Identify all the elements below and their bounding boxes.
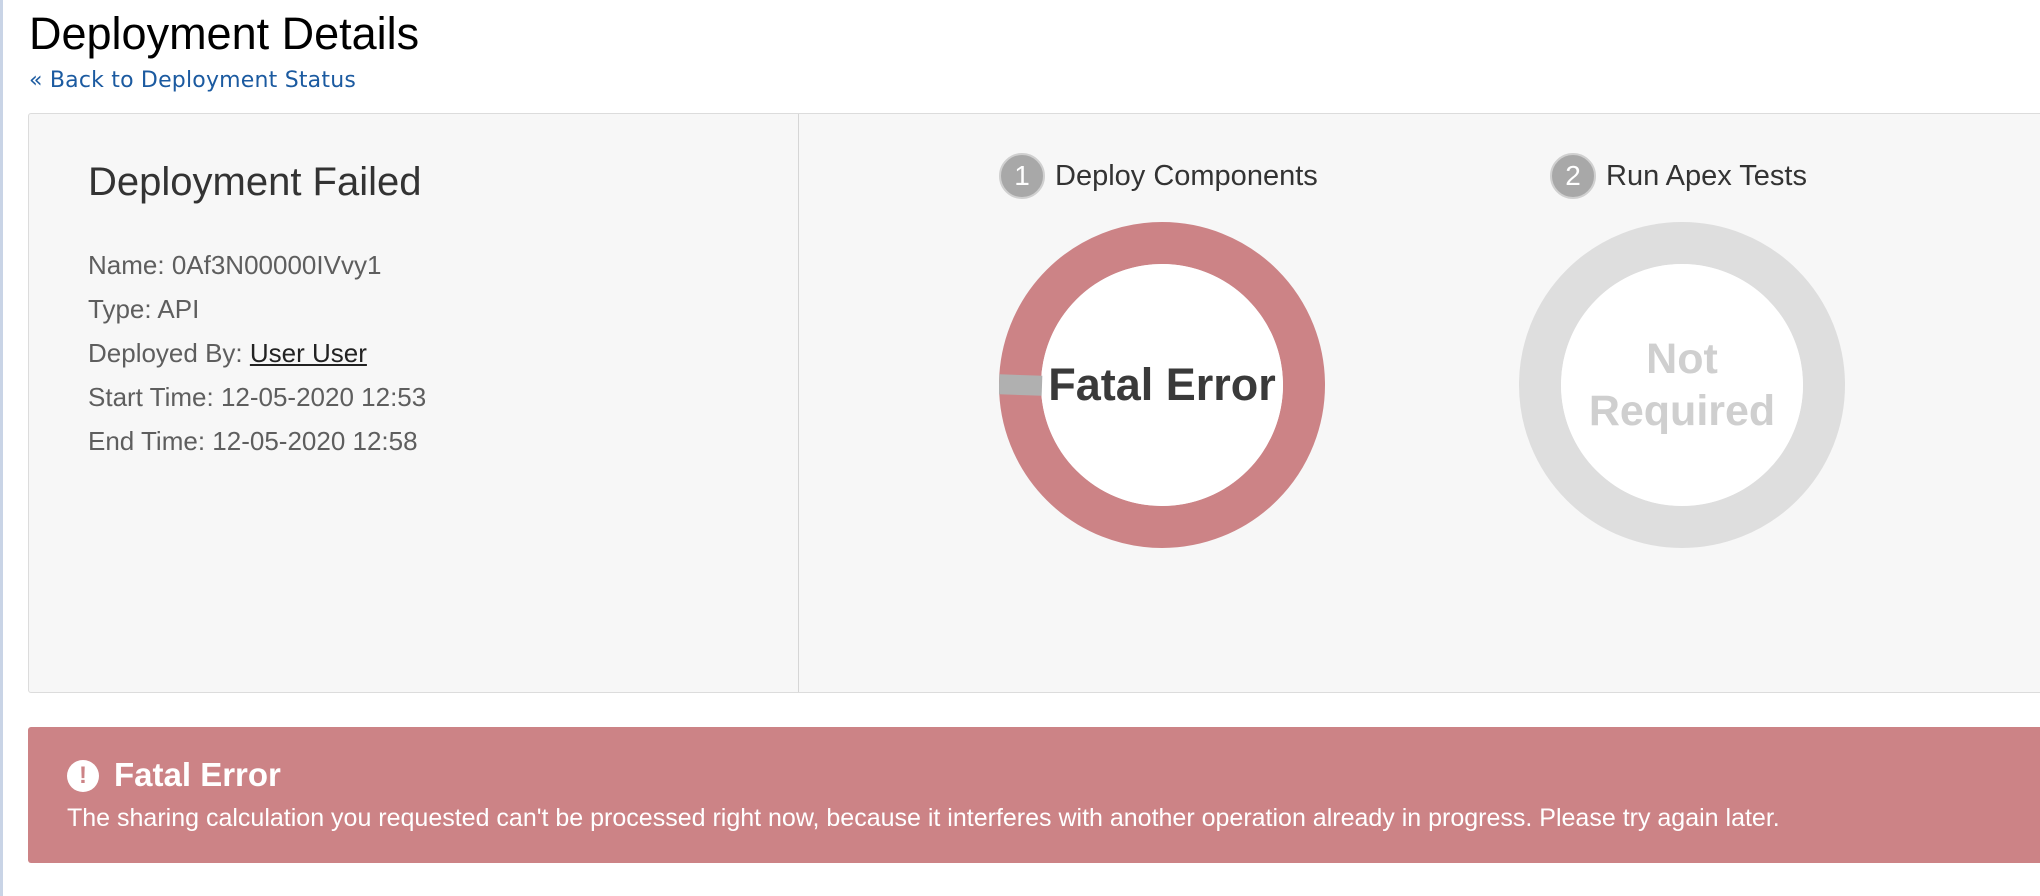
info-start-time-label: Start Time:	[88, 382, 214, 412]
info-end-time-label: End Time:	[88, 426, 206, 456]
deployment-status-heading: Deployment Failed	[88, 160, 422, 204]
step-2-number-badge: 2	[1550, 153, 1596, 199]
info-type: Type: API	[88, 294, 199, 325]
fatal-error-banner	[28, 727, 2040, 863]
info-type-value: API	[157, 294, 200, 324]
panel-divider	[798, 114, 799, 692]
run-apex-tests-status-line-1: Not	[1646, 335, 1718, 383]
info-end-time-value: 12-05-2020 12:58	[212, 426, 418, 456]
back-to-deployment-status-link[interactable]: « Back to Deployment Status	[29, 68, 356, 93]
page-title: Deployment Details	[29, 8, 420, 59]
window-left-edge	[0, 0, 3, 896]
deploy-components-progress-ring: Fatal Error	[999, 222, 1325, 548]
info-name-label: Name:	[88, 250, 165, 280]
step-1-label: Deploy Components	[1055, 159, 1318, 192]
info-name: Name: 0Af3N00000IVvy1	[88, 250, 381, 281]
step-run-apex-tests: 2 Run Apex Tests	[1550, 153, 1807, 199]
run-apex-tests-progress-ring: Not Required	[1519, 222, 1845, 548]
deployed-by-user-link[interactable]: User User	[250, 338, 367, 368]
info-deployed-by-label: Deployed By:	[88, 338, 243, 368]
deploy-components-status-text: Fatal Error	[1048, 359, 1276, 410]
step-deploy-components: 1 Deploy Components	[999, 153, 1318, 199]
error-title: Fatal Error	[114, 756, 281, 793]
info-start-time-value: 12-05-2020 12:53	[220, 382, 427, 412]
info-end-time: End Time: 12-05-2020 12:58	[88, 426, 418, 457]
error-message: The sharing calculation you requested ca…	[67, 804, 1780, 832]
info-deployed-by: Deployed By: User User	[88, 338, 367, 369]
exclamation-circle-icon: !	[67, 760, 99, 792]
info-name-value: 0Af3N00000IVvy1	[171, 250, 382, 280]
step-1-number-badge: 1	[999, 153, 1045, 199]
step-2-label: Run Apex Tests	[1606, 159, 1807, 192]
info-type-label: Type:	[88, 294, 152, 324]
run-apex-tests-status-text: Not Required	[1519, 222, 1845, 548]
info-start-time: Start Time: 12-05-2020 12:53	[88, 382, 426, 413]
run-apex-tests-status-line-2: Required	[1588, 387, 1776, 435]
